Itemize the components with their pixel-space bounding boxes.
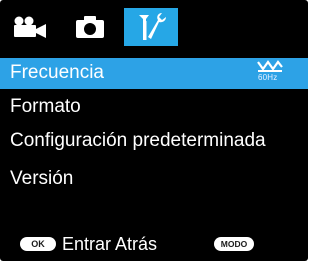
mode-button[interactable]: MODO (214, 237, 254, 251)
menu-item-version[interactable]: Versión (0, 164, 308, 195)
menu-item-formato[interactable]: Formato (0, 92, 308, 123)
tab-video[interactable] (8, 10, 52, 44)
ok-button[interactable]: OK (20, 237, 56, 251)
menu-item-configuracion-predeterminada[interactable]: Configuración predeterminada (0, 126, 308, 157)
menu-item-label: Formato (10, 96, 81, 117)
menu-item-label: Configuración predeterminada (10, 130, 266, 151)
menu-tabs (0, 0, 308, 50)
frequency-value: 60Hz (258, 73, 278, 82)
video-camera-icon (12, 15, 48, 39)
footer-hints: OK Entrar Atrás MODO (0, 232, 308, 256)
camera-screen: Frecuencia 60Hz Formato Configuración pr… (0, 0, 308, 261)
enter-back-hint: Entrar Atrás (62, 234, 158, 254)
menu-item-frecuencia[interactable]: Frecuencia 60Hz (0, 58, 308, 89)
flicker-frequency-icon: 60Hz (255, 60, 285, 86)
menu-item-label: Versión (10, 168, 74, 189)
tab-settings[interactable] (124, 8, 178, 46)
tab-photo[interactable] (68, 10, 112, 44)
photo-camera-icon (75, 15, 105, 39)
settings-tools-icon (134, 12, 168, 42)
menu-item-label: Frecuencia (10, 62, 104, 83)
